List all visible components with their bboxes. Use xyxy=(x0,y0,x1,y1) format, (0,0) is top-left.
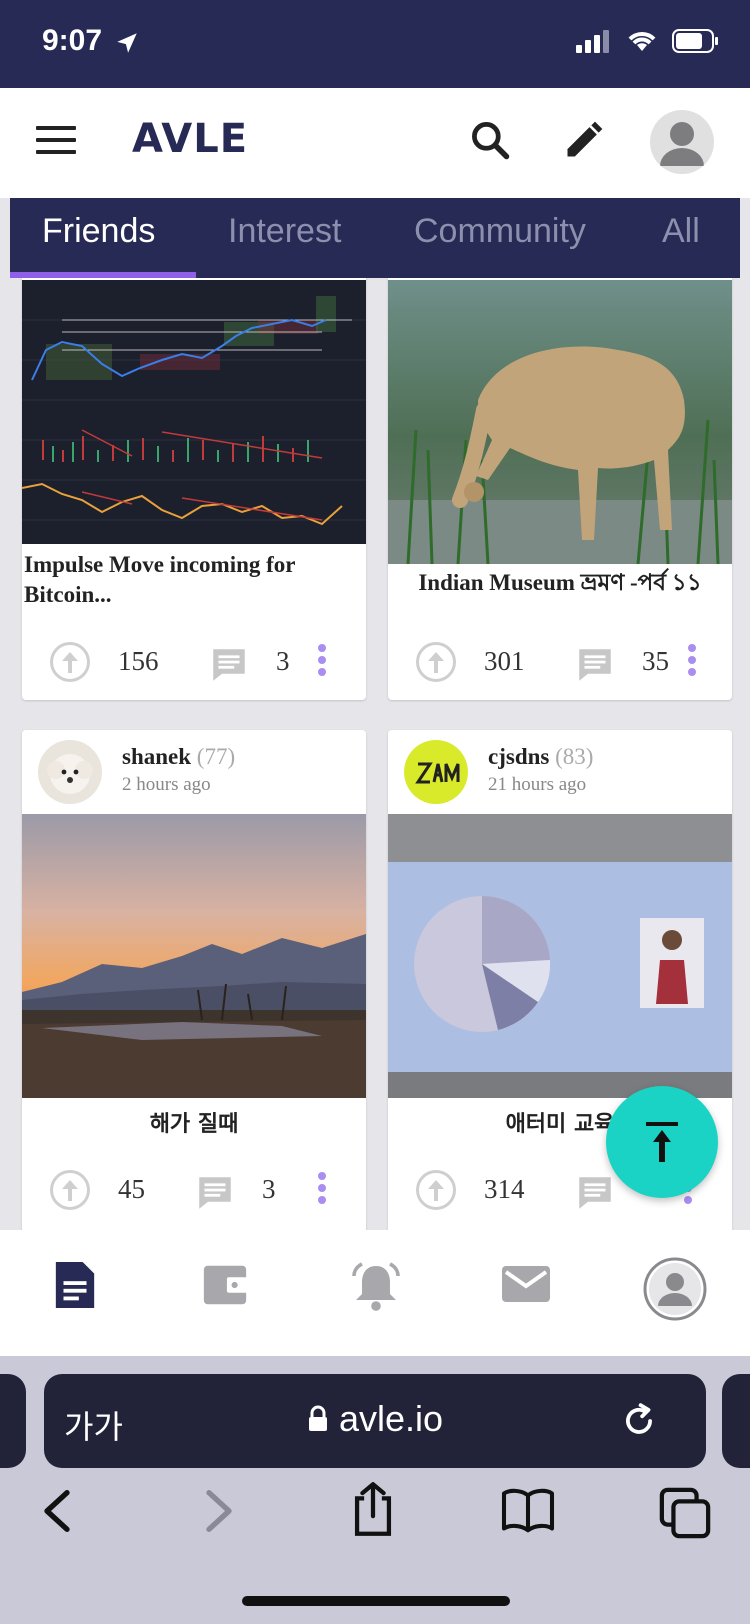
post-card[interactable]: Indian Museum ভ্রমণ -পর্ব ১১ 301 35 xyxy=(388,278,732,700)
tab-interest[interactable]: Interest xyxy=(228,212,341,251)
signal-icon xyxy=(576,30,609,53)
post-stats: 301 35 xyxy=(388,632,732,692)
author-line: cjsdns (83) xyxy=(488,744,593,770)
menu-icon[interactable] xyxy=(36,126,76,156)
post-time: 2 hours ago xyxy=(122,774,211,795)
comment-icon[interactable] xyxy=(194,1172,236,1214)
post-author-header: shanek (77) 2 hours ago xyxy=(22,730,366,814)
arrow-up-to-top-icon xyxy=(646,1122,678,1162)
url-display[interactable]: avle.io xyxy=(44,1398,706,1440)
author-avatar[interactable] xyxy=(404,740,468,804)
profile-avatar[interactable] xyxy=(650,110,714,174)
browser-toolbar: 가가 avle.io xyxy=(0,1356,750,1624)
lock-icon xyxy=(308,1405,327,1431)
tab-community[interactable]: Community xyxy=(414,212,586,251)
post-time: 21 hours ago xyxy=(488,774,587,795)
wifi-icon xyxy=(628,32,656,51)
vote-count: 156 xyxy=(118,646,159,676)
status-time: 9:07 xyxy=(42,24,103,57)
vote-count: 301 xyxy=(484,646,525,676)
author-name[interactable]: shanek xyxy=(122,744,191,769)
scroll-to-top-button[interactable] xyxy=(606,1086,718,1198)
more-options-icon[interactable] xyxy=(318,1172,326,1208)
post-title[interactable]: 해가 질때 xyxy=(22,1106,366,1138)
vote-count: 45 xyxy=(118,1174,145,1204)
address-bar[interactable]: 가가 avle.io xyxy=(44,1374,706,1468)
status-bar: 9:07 xyxy=(0,0,750,88)
post-image xyxy=(388,280,732,564)
feed-tabs: Friends Interest Community All xyxy=(10,198,740,278)
author-line: shanek (77) xyxy=(122,744,235,770)
battery-icon xyxy=(672,29,718,53)
tab-all[interactable]: All xyxy=(662,212,700,251)
post-image xyxy=(22,814,366,1098)
profile-icon[interactable] xyxy=(642,1256,708,1322)
author-reputation: (77) xyxy=(196,744,236,769)
mail-icon[interactable] xyxy=(500,1260,552,1308)
more-options-icon[interactable] xyxy=(318,644,326,680)
post-stats: 45 3 xyxy=(22,1160,366,1220)
author-name[interactable]: cjsdns xyxy=(488,744,549,769)
user-icon xyxy=(660,122,704,166)
post-title[interactable]: Impulse Move incoming for Bitcoin... xyxy=(22,550,366,610)
upvote-icon[interactable] xyxy=(416,1170,456,1210)
dog-avatar-icon xyxy=(38,740,102,804)
wallet-icon[interactable] xyxy=(200,1260,250,1310)
tabs-icon[interactable] xyxy=(658,1486,712,1540)
home-indicator[interactable] xyxy=(242,1596,510,1606)
post-stats: 156 3 xyxy=(22,632,366,692)
url-text: avle.io xyxy=(338,1398,444,1439)
comment-icon[interactable] xyxy=(574,1172,616,1214)
post-feed: Impulse Move incoming for Bitcoin... 156… xyxy=(10,278,740,1230)
bell-icon[interactable] xyxy=(350,1260,402,1312)
back-icon[interactable] xyxy=(40,1486,74,1536)
reload-icon[interactable] xyxy=(620,1402,658,1440)
next-tab-preview[interactable] xyxy=(722,1374,750,1468)
bookmarks-icon[interactable] xyxy=(500,1486,556,1534)
comment-count: 35 xyxy=(642,646,669,676)
post-author-header: cjsdns (83) 21 hours ago xyxy=(388,730,732,814)
author-avatar[interactable] xyxy=(38,740,102,804)
location-arrow-icon xyxy=(117,33,137,53)
avle-logo[interactable]: AVLE xyxy=(132,116,248,162)
share-icon[interactable] xyxy=(350,1480,396,1538)
author-reputation: (83) xyxy=(555,744,594,769)
zanm-logo-avatar-icon xyxy=(404,740,468,804)
bottom-nav xyxy=(0,1230,750,1356)
upvote-icon[interactable] xyxy=(50,1170,90,1210)
vote-count: 314 xyxy=(484,1174,525,1204)
document-icon[interactable] xyxy=(52,1260,98,1310)
comment-icon[interactable] xyxy=(574,644,616,686)
previous-tab-preview[interactable] xyxy=(0,1374,26,1468)
more-options-icon[interactable] xyxy=(688,644,696,680)
upvote-icon[interactable] xyxy=(50,642,90,682)
comment-count: 3 xyxy=(262,1174,276,1204)
comment-icon[interactable] xyxy=(208,644,250,686)
comment-count: 3 xyxy=(276,646,290,676)
app-header: AVLE xyxy=(0,88,750,198)
forward-icon[interactable] xyxy=(202,1486,236,1536)
tab-friends[interactable]: Friends xyxy=(42,212,155,251)
post-card[interactable]: shanek (77) 2 hours ago 해가 질때 45 3 xyxy=(22,730,366,1230)
pencil-icon[interactable] xyxy=(562,118,606,162)
upvote-icon[interactable] xyxy=(416,642,456,682)
post-image xyxy=(22,280,366,544)
post-image xyxy=(388,814,732,1098)
search-icon[interactable] xyxy=(468,118,512,162)
post-title[interactable]: Indian Museum ভ্রমণ -পর্ব ১১ xyxy=(388,564,732,603)
post-card[interactable]: Impulse Move incoming for Bitcoin... 156… xyxy=(22,278,366,700)
